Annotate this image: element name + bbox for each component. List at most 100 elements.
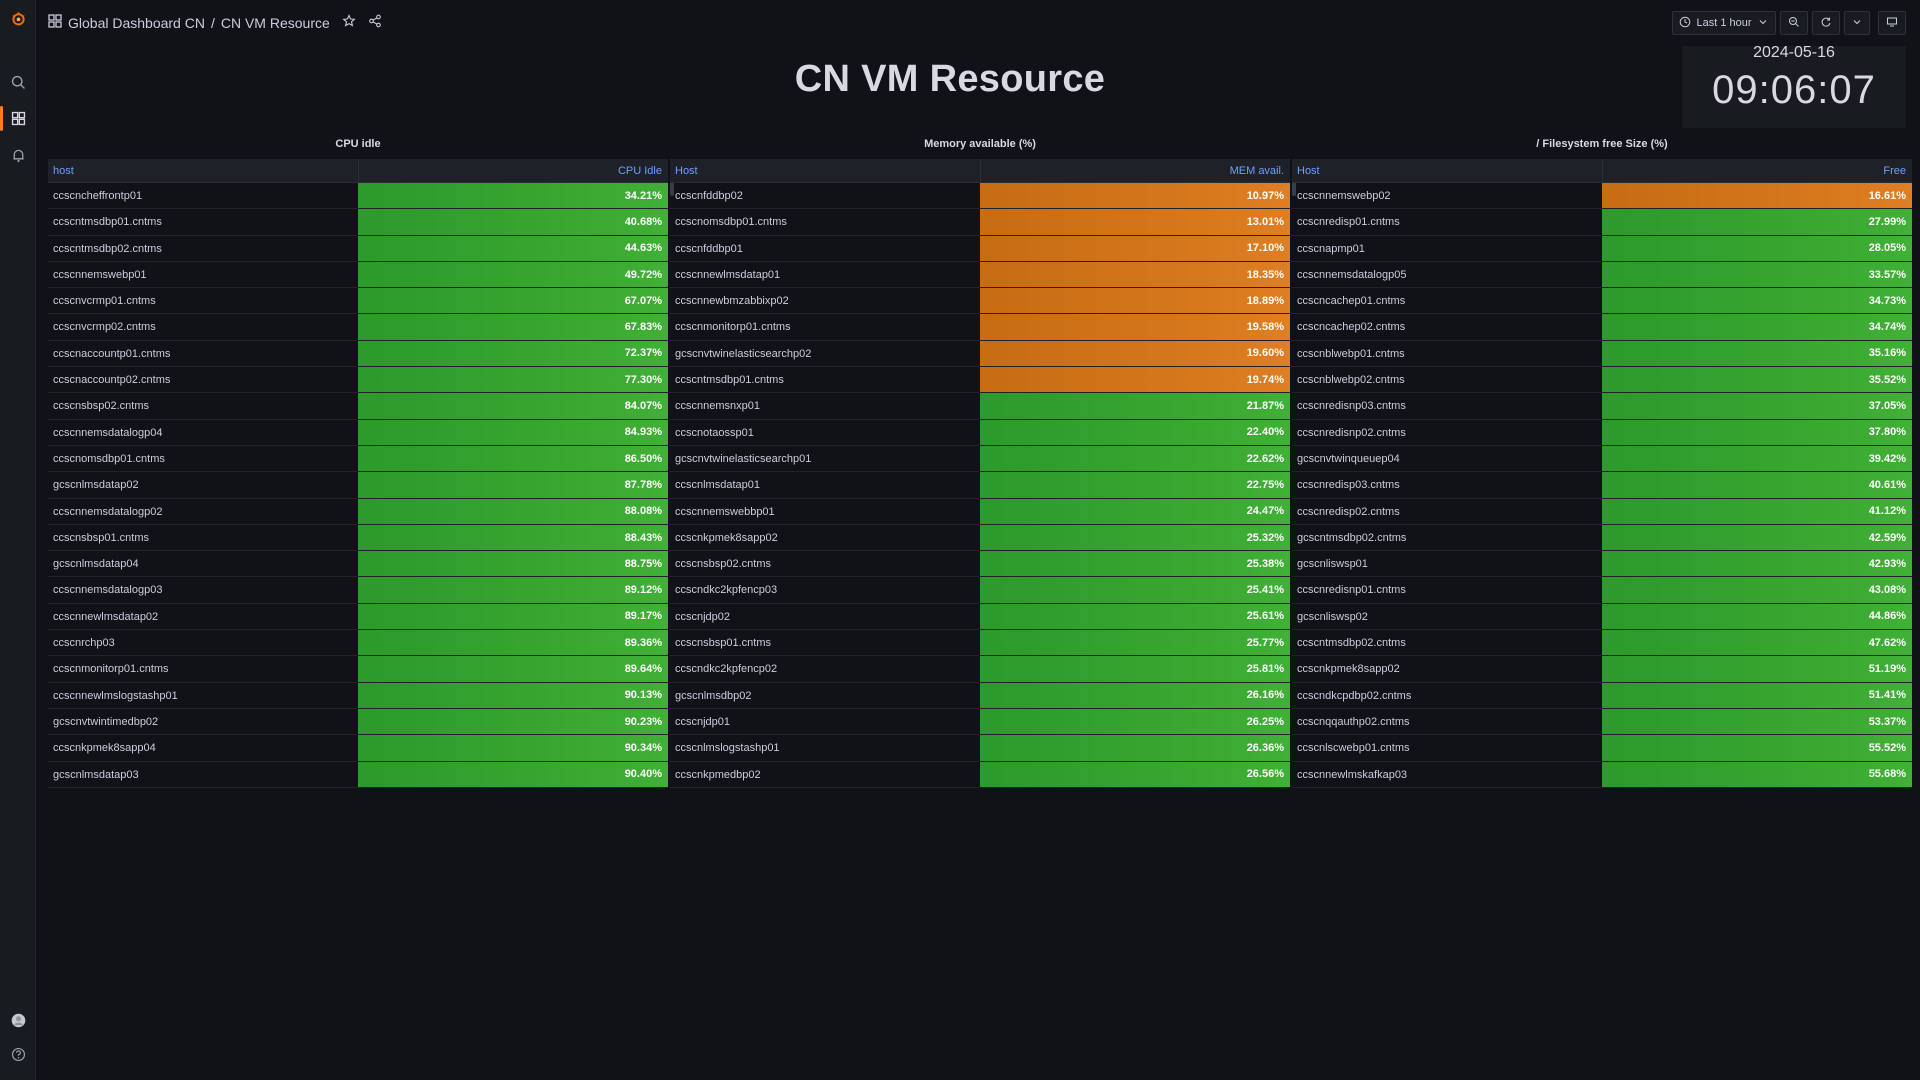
host-cell: ccscnredisnp03.cntms	[1297, 400, 1406, 413]
value-cell: 90.34%	[358, 735, 668, 761]
value-cell: 25.38%	[980, 551, 1290, 577]
value-cell: 88.75%	[358, 551, 668, 577]
value-cell: 34.73%	[1602, 288, 1912, 314]
value-cell: 40.61%	[1602, 472, 1912, 498]
table-row: ccscnvcrmp02.cntms 67.83%	[48, 314, 668, 341]
table-row: ccscnsbsp02.cntms 84.07%	[48, 393, 668, 420]
column-header-host[interactable]: host	[53, 165, 74, 177]
table-row: ccscnjdp01 26.25%	[670, 708, 1290, 736]
host-cell: gcscnlmsdatap04	[53, 558, 139, 571]
table-row: ccscnomsdbp01.cntms 86.50%	[48, 445, 668, 473]
table-row: gcscnlmsdatap03 90.40%	[48, 761, 668, 788]
host-cell: gcscnvtwinqueuep04	[1297, 452, 1400, 465]
table-row: ccscndkc2kpfencp02 25.81%	[670, 656, 1290, 683]
host-cell: gcscntmsdbp02.cntms	[1297, 531, 1407, 544]
breadcrumb-dashboard[interactable]: CN VM Resource	[221, 15, 330, 31]
share-icon[interactable]	[368, 14, 382, 31]
panel-title: CPU idle	[335, 138, 381, 150]
host-cell: gcscnlmsdatap02	[53, 479, 139, 492]
column-header-host[interactable]: Host	[675, 165, 698, 177]
value-cell: 86.50%	[358, 445, 668, 472]
host-cell: ccscnnewlmslogstashp01	[53, 689, 178, 702]
host-cell: ccscnaccountp02.cntms	[53, 374, 171, 387]
table-row: ccscnaccountp01.cntms 72.37%	[48, 340, 668, 368]
host-cell: ccscnrchp03	[53, 637, 115, 650]
host-cell: ccscnredisp01.cntms	[1297, 216, 1400, 229]
value-cell: 49.72%	[358, 261, 668, 288]
column-header-value[interactable]: MEM avail.	[1230, 165, 1284, 177]
host-cell: ccscnnemswebbp01	[675, 505, 775, 518]
table-row: ccscnomsdbp01.cntms 13.01%	[670, 209, 1290, 236]
value-cell: 18.35%	[980, 261, 1290, 288]
value-cell: 42.93%	[1602, 551, 1912, 577]
breadcrumb-separator: /	[210, 14, 215, 31]
value-cell: 35.52%	[1602, 367, 1912, 393]
star-icon[interactable]	[342, 14, 356, 31]
host-cell: ccscncheffrontp01	[53, 190, 143, 202]
table-row: ccscnnemsdatalogp05 33.57%	[1292, 261, 1912, 289]
host-cell: ccscnmonitorp01.cntms	[675, 321, 791, 334]
value-cell: 89.12%	[358, 577, 668, 603]
value-cell: 55.68%	[1602, 761, 1912, 787]
column-header-value[interactable]: Free	[1883, 165, 1906, 177]
time-range-picker[interactable]: Last 1 hour	[1672, 11, 1776, 35]
breadcrumb: Global Dashboard CN / CN VM Resource	[48, 14, 382, 31]
value-cell: 84.93%	[358, 419, 668, 445]
tv-mode-button[interactable]	[1878, 11, 1906, 35]
host-cell: ccscnfddbp02	[675, 190, 743, 202]
alerting-bell-icon[interactable]	[6, 143, 30, 167]
table-row: ccscnredisp03.cntms 40.61%	[1292, 472, 1912, 499]
column-header-host[interactable]: Host	[1297, 165, 1320, 177]
user-avatar-icon[interactable]	[6, 1008, 30, 1032]
value-cell: 27.99%	[1602, 209, 1912, 235]
host-cell: ccscnredisnp01.cntms	[1297, 584, 1406, 597]
refresh-button[interactable]	[1812, 11, 1840, 35]
zoom-out-button[interactable]	[1780, 11, 1808, 35]
host-cell: ccscnkpmek8sapp02	[675, 531, 778, 544]
host-cell: ccscnnewlmskafkap03	[1297, 768, 1408, 781]
help-icon[interactable]	[6, 1042, 30, 1066]
value-cell: 33.57%	[1602, 261, 1912, 288]
value-cell: 13.01%	[980, 209, 1290, 235]
search-icon[interactable]	[6, 70, 30, 94]
value-cell: 88.08%	[358, 498, 668, 524]
host-cell: ccscntmsdbp02.cntms	[53, 242, 162, 255]
table-row: gcscnlmsdbp02 26.16%	[670, 682, 1290, 709]
refresh-interval-dropdown[interactable]	[1844, 11, 1870, 35]
table-body: ccscncheffrontp01 34.21% ccscntmsdbp01.cnt…	[48, 183, 668, 788]
value-cell: 34.21%	[358, 183, 668, 209]
table-row: ccscnfddbp01 17.10%	[670, 235, 1290, 262]
value-cell: 19.58%	[980, 314, 1290, 340]
host-cell: ccscnfddbp01	[675, 242, 743, 255]
table-row: ccscnredisnp03.cntms 37.05%	[1292, 393, 1912, 420]
top-navbar: Global Dashboard CN / CN VM Resource Las…	[36, 0, 1920, 46]
grafana-logo-icon[interactable]	[6, 6, 30, 30]
table-row: ccscnnewlmskafkap03 55.68%	[1292, 761, 1912, 788]
host-cell: gcscnliswsp02	[1297, 610, 1368, 623]
value-cell: 53.37%	[1602, 708, 1912, 735]
column-divider	[980, 159, 981, 182]
host-cell: ccscnblwebp01.cntms	[1297, 347, 1405, 360]
value-cell: 44.63%	[358, 235, 668, 261]
table-row: ccscnrchp03 89.36%	[48, 630, 668, 657]
chevron-down-icon	[1851, 16, 1863, 31]
table-row: ccscnnewlmslogstashp01 90.13%	[48, 682, 668, 709]
host-cell: ccscnvcrmp01.cntms	[53, 295, 156, 308]
value-cell: 67.83%	[358, 314, 668, 340]
table-row: ccscnsbsp01.cntms 25.77%	[670, 630, 1290, 657]
column-header-value[interactable]: CPU Idle	[618, 165, 662, 177]
value-cell: 77.30%	[358, 367, 668, 393]
value-cell: 72.37%	[358, 340, 668, 367]
table-row: ccscnlmsdatap01 22.75%	[670, 472, 1290, 499]
table-header: Host MEM avail.	[670, 159, 1290, 183]
host-cell: ccscnnemsdatalogp05	[1297, 268, 1407, 281]
table-row: ccscnkpmek8sapp02 25.32%	[670, 524, 1290, 552]
table-row: ccscnblwebp02.cntms 35.52%	[1292, 367, 1912, 394]
value-cell: 26.16%	[980, 682, 1290, 708]
value-cell: 90.13%	[358, 682, 668, 708]
table-row: ccscnaccountp02.cntms 77.30%	[48, 367, 668, 394]
value-cell: 89.36%	[358, 630, 668, 656]
dashboards-icon[interactable]	[6, 106, 30, 130]
value-cell: 25.41%	[980, 577, 1290, 603]
breadcrumb-folder[interactable]: Global Dashboard CN	[68, 15, 205, 31]
